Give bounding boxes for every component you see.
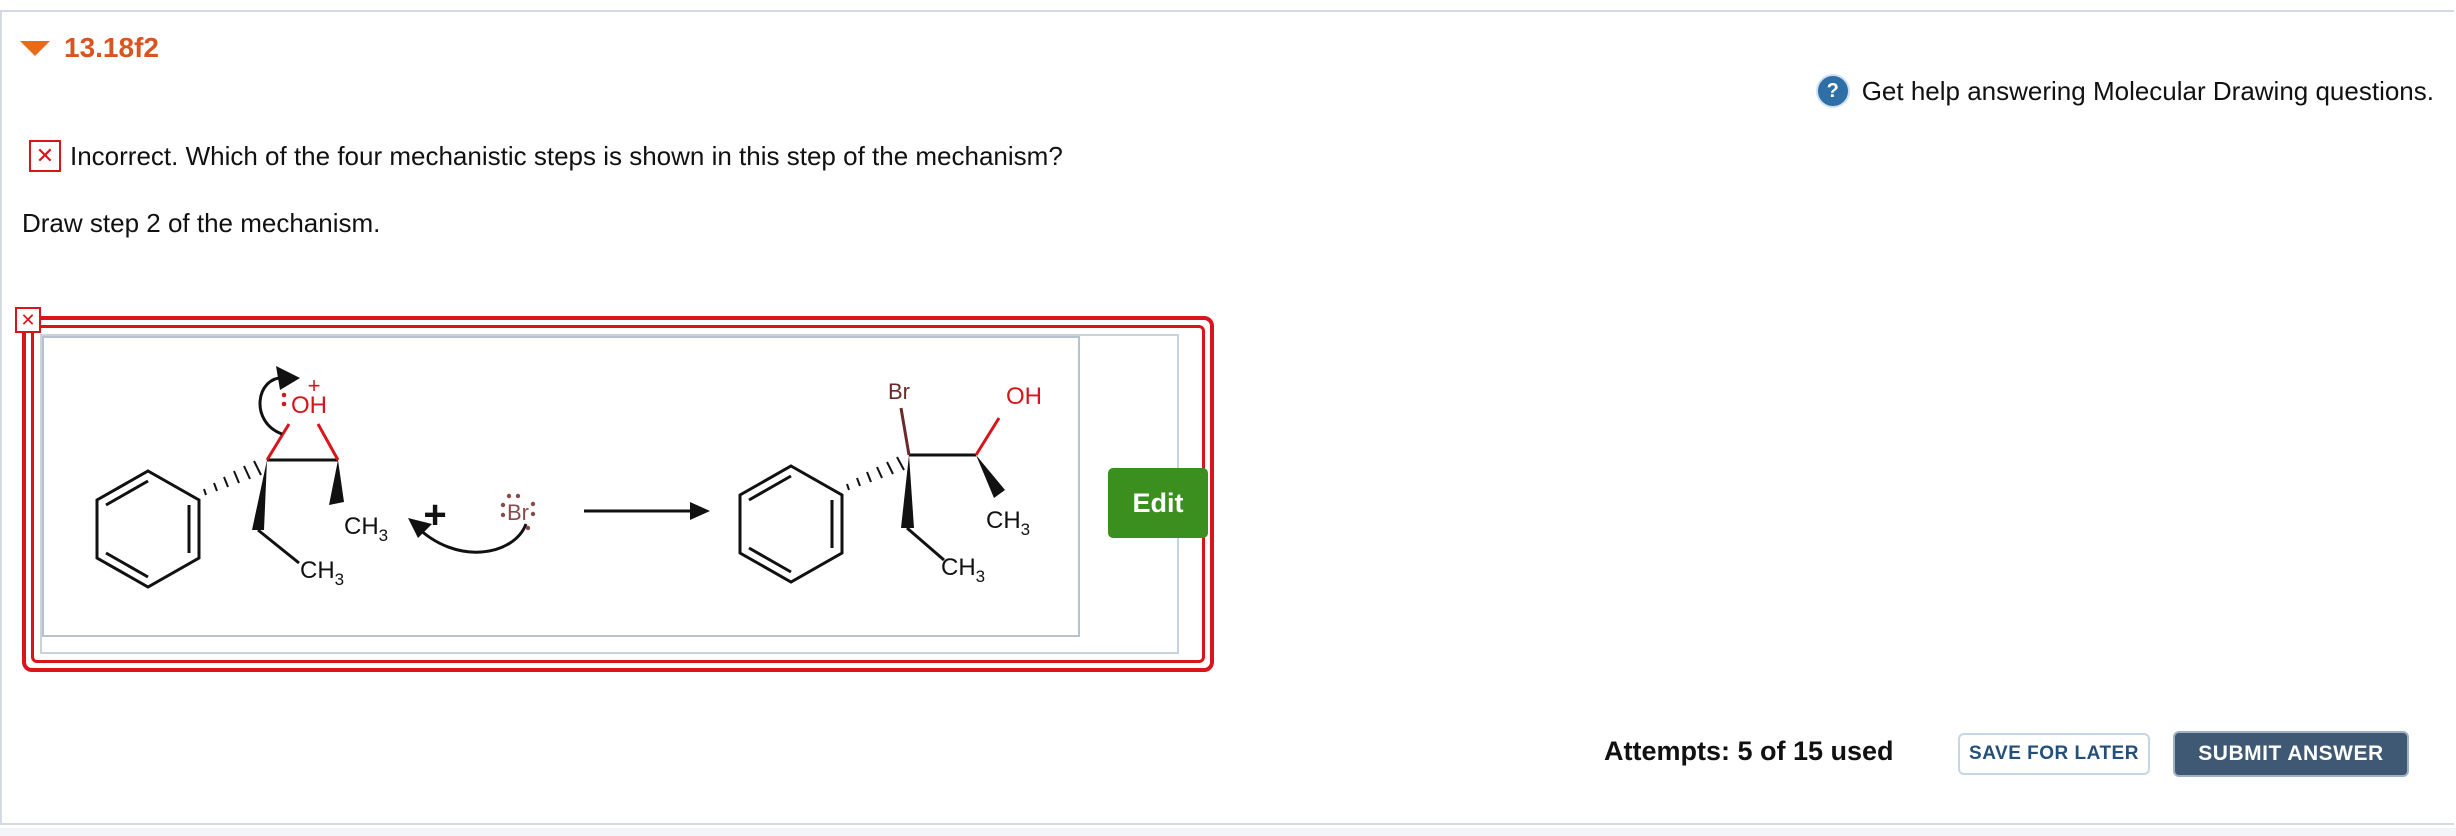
ch3-label-d: CH3: [941, 554, 985, 586]
positive-charge-label: +: [308, 373, 321, 398]
save-for-later-button[interactable]: SAVE FOR LATER: [1958, 733, 2150, 775]
drawing-panel: OH + CH3 CH3 + Br Br OH CH3 CH3 Edit: [40, 334, 1208, 654]
hashed-bond-right: [846, 456, 905, 491]
benzene-ring-left: [95, 469, 201, 589]
benzene-ring-right: [738, 464, 844, 584]
feedback-text: Incorrect. Which of the four mechanistic…: [70, 140, 1063, 171]
reaction-plus-sign: +: [423, 493, 446, 537]
x-mark-icon: ✕: [29, 140, 61, 172]
epoxide-co-bond-right: [316, 423, 340, 461]
epoxide-co-bond-left: [265, 423, 291, 461]
collapse-caret-icon[interactable]: [20, 40, 50, 56]
ch3-label-a: CH3: [344, 513, 388, 545]
reaction-arrowhead: [690, 502, 710, 520]
oh-label-right: OH: [1006, 383, 1042, 410]
answer-box: OH + CH3 CH3 + Br Br OH CH3 CH3 Edit: [22, 316, 1214, 672]
oh-lone-pairs: [281, 392, 287, 407]
question-circle-icon: ?: [1815, 74, 1850, 108]
bottom-strip: [0, 828, 2456, 836]
c-br-bond: [899, 407, 911, 456]
edit-button[interactable]: Edit: [1108, 468, 1208, 538]
question-header[interactable]: 13.18f2: [20, 30, 159, 66]
bromide-ion-label: Br: [507, 500, 529, 525]
ethyl-bond: [257, 528, 300, 565]
molecule-drawing[interactable]: OH + CH3 CH3 + Br Br OH CH3 CH3: [42, 336, 1080, 637]
instruction-text: Draw step 2 of the mechanism.: [22, 208, 381, 238]
product-ethyl-bond: [906, 526, 945, 562]
submit-answer-button[interactable]: SUBMIT ANSWER: [2173, 731, 2409, 777]
question-title: 13.18f2: [64, 32, 159, 63]
help-link[interactable]: ? Get help answering Molecular Drawing q…: [1815, 74, 2434, 108]
arrowhead-1: [276, 366, 300, 390]
wedge-bond-left-methyl: [329, 460, 344, 505]
wedge-bond-right-methyl: [976, 455, 1005, 498]
feedback-message: ✕ Incorrect. Which of the four mechanist…: [29, 140, 1063, 172]
hashed-bond-left: [203, 460, 262, 496]
br-label-product: Br: [888, 379, 910, 404]
error-corner-x-icon: ✕: [15, 307, 41, 333]
ch3-label-b: CH3: [300, 557, 344, 589]
ch3-label-c: CH3: [986, 507, 1030, 539]
attempts-counter: Attempts: 5 of 15 used: [1604, 736, 1894, 766]
help-text[interactable]: Get help answering Molecular Drawing que…: [1862, 76, 2434, 107]
c-oh-bond: [974, 417, 1001, 456]
mechanism-svg: OH + CH3 CH3 + Br Br OH CH3 CH3: [95, 366, 1042, 589]
